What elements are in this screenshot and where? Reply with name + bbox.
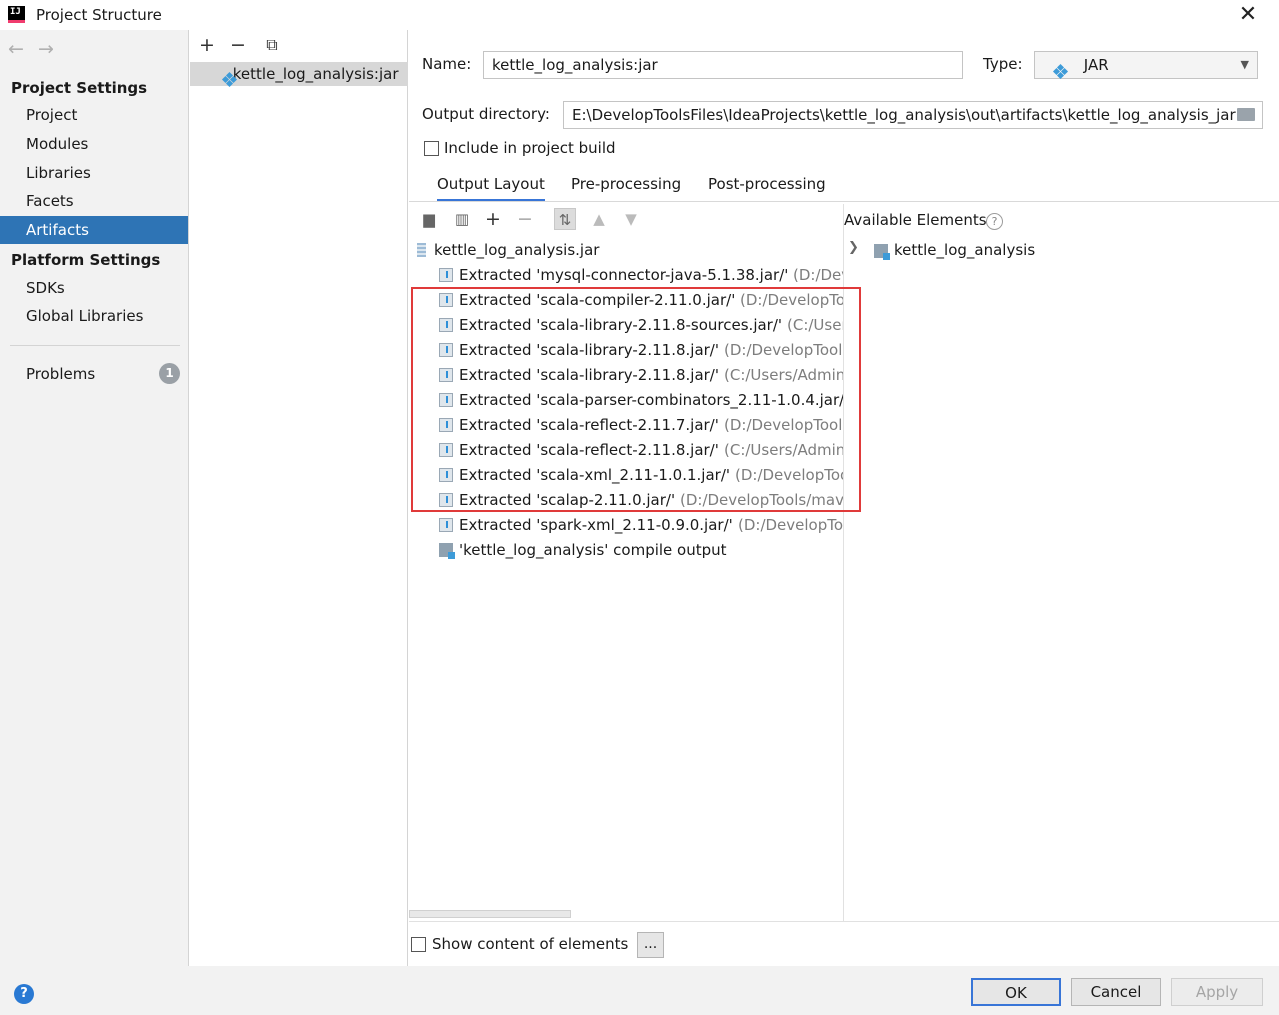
show-content-label: Show content of elements xyxy=(432,935,629,953)
sort-icon[interactable]: ⇅ xyxy=(554,208,576,230)
move-down-icon[interactable]: ▼ xyxy=(620,208,642,230)
browse-folder-icon[interactable] xyxy=(1237,108,1255,121)
add-copy-icon[interactable]: + xyxy=(482,208,504,230)
nav-divider xyxy=(10,345,180,346)
tab-post-processing[interactable]: Post-processing xyxy=(708,175,826,199)
copy-icon[interactable]: ⧉ xyxy=(261,34,283,56)
new-directory-icon[interactable]: ▆ xyxy=(418,208,440,230)
extracted-label: Extracted 'spark-xml_2.11-0.9.0.jar/' xyxy=(459,516,733,534)
show-content-checkbox[interactable] xyxy=(411,937,426,952)
extracted-archive-icon xyxy=(439,518,453,532)
add-icon[interactable]: + xyxy=(196,34,218,56)
settings-nav: ← → Project Settings Project Modules Lib… xyxy=(0,30,189,966)
problems-count-badge: 1 xyxy=(159,363,180,384)
help-circle-icon[interactable]: ? xyxy=(986,213,1003,230)
apply-button[interactable]: Apply xyxy=(1171,978,1263,1006)
chevron-down-icon: ▼ xyxy=(1240,58,1249,71)
tab-divider xyxy=(409,201,1279,202)
platform-settings-header: Platform Settings xyxy=(11,251,161,269)
window-title: Project Structure xyxy=(36,6,162,24)
compile-output-label: 'kettle_log_analysis' compile output xyxy=(459,541,727,559)
bottom-divider xyxy=(409,921,1279,922)
ellipsis-button[interactable]: ... xyxy=(637,932,664,958)
jar-artifact-icon xyxy=(221,71,238,88)
module-output-icon xyxy=(439,543,455,559)
extracted-label: Extracted 'mysql-connector-java-5.1.38.j… xyxy=(459,266,789,284)
remove-element-icon[interactable]: − xyxy=(514,208,536,230)
back-arrow-icon[interactable]: ← xyxy=(8,38,24,60)
type-value: JAR xyxy=(1083,56,1109,74)
horizontal-scrollbar[interactable] xyxy=(409,910,571,918)
help-icon[interactable]: ? xyxy=(14,984,34,1004)
available-elements-header: Available Elements xyxy=(844,211,987,229)
project-settings-header: Project Settings xyxy=(11,79,148,97)
artifacts-toolbar: + − ⧉ xyxy=(190,30,408,60)
include-in-build-label: Include in project build xyxy=(444,139,616,157)
intellij-logo-icon: IJ xyxy=(8,6,25,23)
extracted-archive-icon xyxy=(439,268,453,282)
include-in-build-checkbox[interactable] xyxy=(424,141,439,156)
layout-toolbar: ▆ ▥ + − ⇅ ▲ ▼ xyxy=(409,204,843,234)
tree-root-label: kettle_log_analysis.jar xyxy=(434,241,600,259)
nav-item-global-libraries[interactable]: Global Libraries xyxy=(0,302,188,330)
nav-item-artifacts[interactable]: Artifacts xyxy=(0,216,188,244)
remove-icon[interactable]: − xyxy=(227,34,249,56)
nav-item-sdks[interactable]: SDKs xyxy=(0,274,188,302)
name-field[interactable]: kettle_log_analysis:jar xyxy=(483,51,963,79)
ok-button[interactable]: OK xyxy=(971,978,1061,1006)
extracted-path: (D:/DevelopTool xyxy=(738,516,843,534)
nav-item-libraries[interactable]: Libraries xyxy=(0,159,188,187)
nav-item-facets[interactable]: Facets xyxy=(0,187,188,215)
available-item[interactable]: kettle_log_analysis xyxy=(894,241,1035,259)
tree-row-compile-output[interactable]: 'kettle_log_analysis' compile output xyxy=(409,538,843,563)
output-directory-field[interactable]: E:\DevelopToolsFiles\IdeaProjects\kettle… xyxy=(563,101,1263,129)
nav-item-modules[interactable]: Modules xyxy=(0,130,188,158)
forward-arrow-icon[interactable]: → xyxy=(38,38,54,60)
tree-row-extracted[interactable]: Extracted 'mysql-connector-java-5.1.38.j… xyxy=(409,263,843,288)
close-icon[interactable]: ✕ xyxy=(1232,1,1264,29)
name-label: Name: xyxy=(422,55,472,73)
tree-row-extracted[interactable]: Extracted 'spark-xml_2.11-0.9.0.jar/' (D:… xyxy=(409,513,843,538)
highlight-box xyxy=(411,287,861,512)
artifact-item[interactable]: kettle_log_analysis:jar xyxy=(190,62,408,88)
artifacts-list-panel: + − ⧉ kettle_log_analysis:jar xyxy=(190,30,408,966)
move-up-icon[interactable]: ▲ xyxy=(588,208,610,230)
type-label: Type: xyxy=(983,55,1023,73)
module-folder-icon xyxy=(874,244,890,260)
available-elements-panel: Available Elements ? ❯ kettle_log_analys… xyxy=(844,204,1279,922)
chevron-right-icon[interactable]: ❯ xyxy=(848,240,859,255)
extracted-path: (D:/Deve xyxy=(793,266,843,284)
nav-item-project[interactable]: Project xyxy=(0,101,188,129)
artifact-item-label: kettle_log_analysis:jar xyxy=(232,65,399,83)
jar-file-icon xyxy=(417,243,426,257)
tab-pre-processing[interactable]: Pre-processing xyxy=(571,175,681,199)
output-directory-label: Output directory: xyxy=(422,105,550,123)
title-bar: IJ Project Structure ✕ xyxy=(0,0,1279,30)
type-select[interactable]: JAR ▼ xyxy=(1034,51,1258,80)
create-archive-icon[interactable]: ▥ xyxy=(451,208,473,230)
tree-root-row[interactable]: kettle_log_analysis.jar xyxy=(409,238,843,263)
tab-output-layout[interactable]: Output Layout xyxy=(437,175,545,202)
jar-type-icon xyxy=(1052,63,1069,80)
cancel-button[interactable]: Cancel xyxy=(1071,978,1161,1006)
dialog-footer: ? OK Cancel Apply xyxy=(0,966,1279,1015)
